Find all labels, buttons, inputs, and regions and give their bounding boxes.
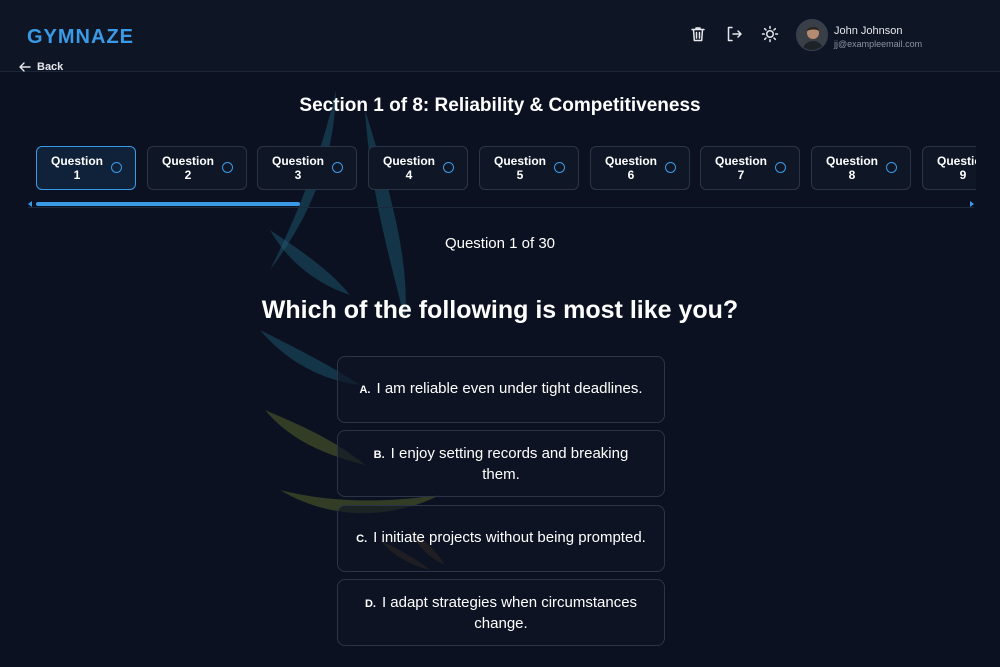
question-tab-number: 7 xyxy=(737,168,745,182)
tab-question-2[interactable]: Question 2 xyxy=(147,146,247,190)
tab-question-5[interactable]: Question 5 xyxy=(479,146,579,190)
question-tab-number: 5 xyxy=(516,168,524,182)
status-circle-icon xyxy=(443,162,454,173)
top-header: GYMNAZE Back John Johnson jj@exampleemai… xyxy=(0,0,1000,73)
answer-letter: A. xyxy=(359,384,371,396)
user-name: John Johnson xyxy=(834,25,903,37)
answer-option-b[interactable]: B. I enjoy setting records and breaking t… xyxy=(337,430,665,497)
status-circle-icon xyxy=(775,162,786,173)
question-tab-word: Question xyxy=(271,154,324,168)
question-nav-scrollbar[interactable] xyxy=(28,200,974,208)
status-circle-icon xyxy=(222,162,233,173)
question-tab-number: 9 xyxy=(959,168,967,182)
question-tab-word: Question xyxy=(493,154,546,168)
question-tab-word: Question xyxy=(936,154,976,168)
answer-option-d[interactable]: D. I adapt strategies when circumstances … xyxy=(337,579,665,646)
answer-text: I enjoy setting records and breaking the… xyxy=(390,444,629,483)
status-circle-icon xyxy=(554,162,565,173)
arrow-left-icon xyxy=(19,62,31,72)
tab-question-8[interactable]: Question 8 xyxy=(811,146,911,190)
question-text: Which of the following is most like you? xyxy=(261,296,739,324)
question-tab-number: 6 xyxy=(627,168,635,182)
question-tab-word: Question xyxy=(161,154,214,168)
logout-icon[interactable] xyxy=(725,25,743,43)
scroll-right-arrow-icon[interactable] xyxy=(970,201,974,207)
tab-question-7[interactable]: Question 7 xyxy=(700,146,800,190)
tab-question-1[interactable]: Question 1 xyxy=(36,146,136,190)
back-button[interactable]: Back xyxy=(19,61,63,73)
answer-text: I am reliable even under tight deadlines… xyxy=(376,380,643,397)
status-circle-icon xyxy=(886,162,897,173)
question-counter: Question 1 of 30 xyxy=(444,235,556,252)
question-tab-word: Question xyxy=(50,154,103,168)
question-tab-label: Question9 xyxy=(923,154,976,182)
sun-icon[interactable] xyxy=(761,25,779,43)
tab-question-6[interactable]: Question 6 xyxy=(590,146,690,190)
question-tab-number: 1 xyxy=(73,168,81,182)
status-circle-icon xyxy=(111,162,122,173)
answer-letter: B. xyxy=(373,448,385,461)
section-title: Section 1 of 8: Reliability & Competitiv… xyxy=(299,95,701,116)
answer-option-c[interactable]: C. I initiate projects without being prom… xyxy=(337,505,665,572)
user-email: jj@exampleemail.com xyxy=(834,39,923,49)
question-tab-word: Question xyxy=(825,154,878,168)
question-tab-word: Question xyxy=(714,154,767,168)
question-tab-word: Question xyxy=(382,154,435,168)
question-tab-label: Question 4 xyxy=(369,154,449,182)
question-tab-label: Question 3 xyxy=(258,154,338,182)
answer-option-a[interactable]: A. I am reliable even under tight deadlin… xyxy=(337,356,665,423)
scrollbar-thumb[interactable] xyxy=(36,202,300,206)
question-tab-number: 2 xyxy=(184,168,192,182)
answer-letter: C. xyxy=(356,533,368,545)
tab-question-4[interactable]: Question 4 xyxy=(368,146,468,190)
question-tab-label: Question 6 xyxy=(591,154,671,182)
question-tab-word: Question xyxy=(604,154,657,168)
question-tab-label: Question 1 xyxy=(37,154,117,182)
back-label: Back xyxy=(37,61,64,73)
app-logo[interactable]: GYMNAZE xyxy=(27,26,134,49)
question-nav: Question 1 Question 2 Question 3 Question 4 Ques… xyxy=(36,146,976,192)
status-circle-icon xyxy=(665,162,676,173)
status-circle-icon xyxy=(332,162,343,173)
question-tab-number: 8 xyxy=(848,168,856,182)
question-tab-number: 3 xyxy=(294,168,302,182)
question-tab-label: Question 7 xyxy=(701,154,781,182)
question-tab-number: 4 xyxy=(405,168,413,182)
scroll-left-arrow-icon[interactable] xyxy=(28,201,32,207)
tab-question-3[interactable]: Question 3 xyxy=(257,146,357,190)
answer-letter: D. xyxy=(364,597,376,610)
question-tab-label: Question 5 xyxy=(480,154,560,182)
avatar-image xyxy=(797,20,827,50)
trash-icon[interactable] xyxy=(689,25,707,43)
answer-text: I initiate projects without being prompt… xyxy=(373,529,646,546)
answer-text: I adapt strategies when circumstances ch… xyxy=(381,593,638,632)
question-tab-label: Question 8 xyxy=(812,154,892,182)
avatar[interactable] xyxy=(796,19,828,51)
tab-question-9[interactable]: Question9 xyxy=(922,146,976,190)
question-tab-label: Question 2 xyxy=(148,154,228,182)
